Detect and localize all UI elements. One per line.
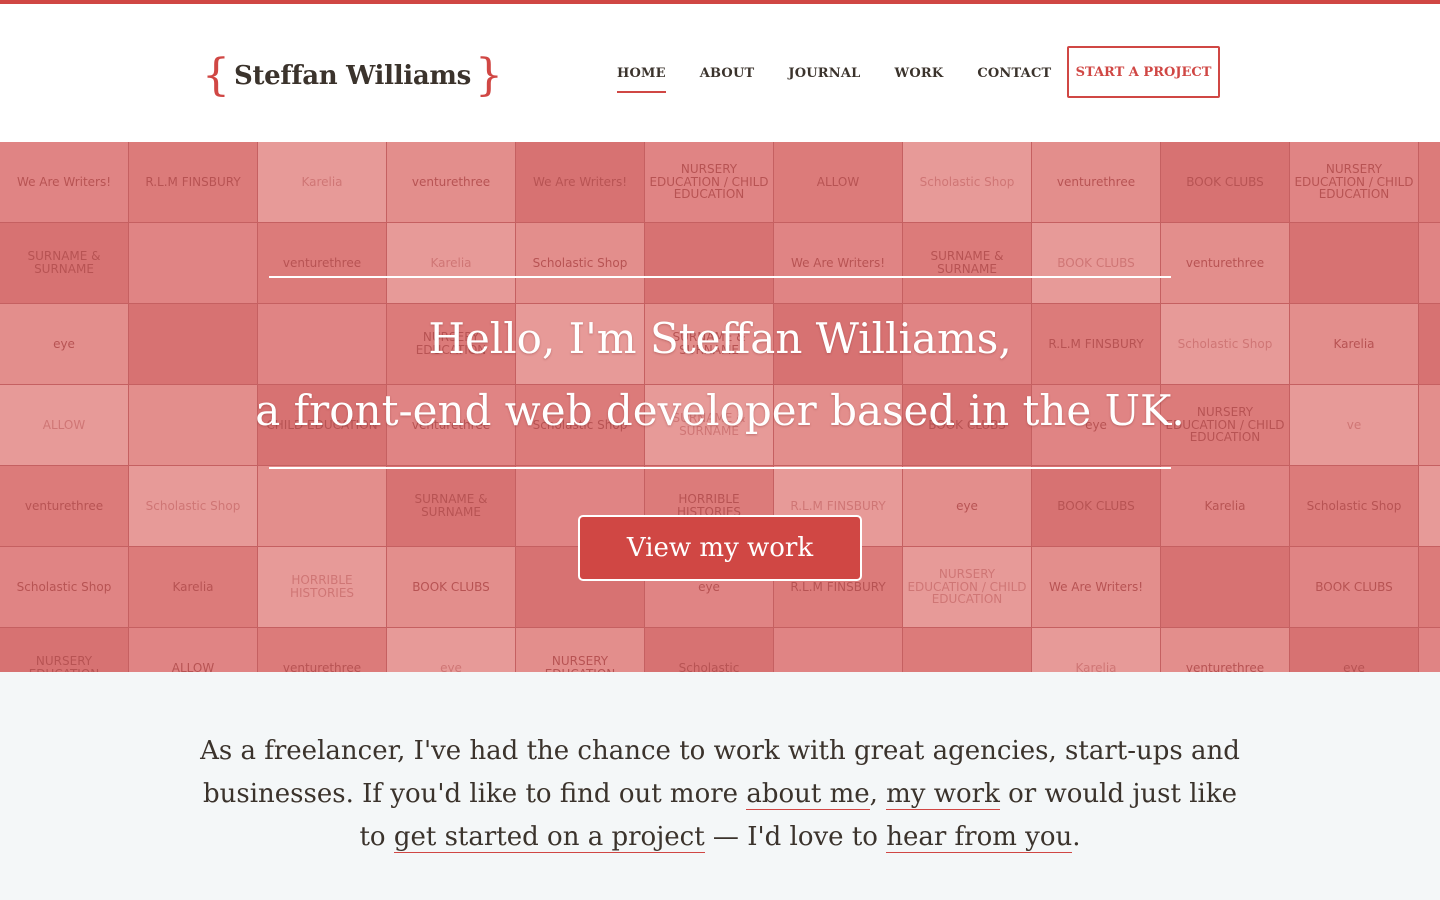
hero-rule-bottom	[269, 467, 1171, 469]
logo-open-brace: {	[202, 50, 230, 101]
intro-text-5: .	[1072, 822, 1081, 852]
my-work-link[interactable]: my work	[886, 779, 1000, 810]
hero-heading-line-2: a front-end web developer based in the U…	[255, 386, 1185, 435]
intro-paragraph: As a freelancer, I've had the chance to …	[200, 730, 1240, 859]
nav-item-contact[interactable]: CONTACT	[977, 66, 1051, 81]
site-header: { Steffan Williams } HOME ABOUT JOURNAL …	[0, 4, 1440, 142]
site-logo[interactable]: { Steffan Williams }	[202, 48, 503, 104]
start-project-button[interactable]: START A PROJECT	[1067, 46, 1220, 98]
intro-text-2: ,	[869, 779, 887, 809]
intro-section: As a freelancer, I've had the chance to …	[0, 672, 1440, 900]
hero-rule-top	[269, 276, 1171, 278]
hero-banner: We Are Writers! R.L.M FINSBURY Karelia vent…	[0, 142, 1440, 672]
hero-heading-line-1: Hello, I'm Steffan Williams,	[428, 314, 1012, 363]
main-nav: HOME ABOUT JOURNAL WORK CONTACT	[617, 66, 1085, 93]
start-project-link[interactable]: get started on a project	[393, 822, 705, 853]
logo-close-brace: }	[474, 50, 503, 101]
about-me-link[interactable]: about me	[746, 779, 870, 810]
nav-item-journal[interactable]: JOURNAL	[788, 66, 860, 81]
hear-from-you-link[interactable]: hear from you	[886, 822, 1073, 853]
view-my-work-button[interactable]: View my work	[578, 515, 862, 581]
intro-text-4: — I'd love to	[704, 822, 887, 852]
nav-item-home[interactable]: HOME	[617, 66, 666, 93]
nav-item-about[interactable]: ABOUT	[700, 66, 755, 81]
nav-item-work[interactable]: WORK	[895, 66, 944, 81]
logo-name: Steffan Williams	[234, 61, 471, 91]
